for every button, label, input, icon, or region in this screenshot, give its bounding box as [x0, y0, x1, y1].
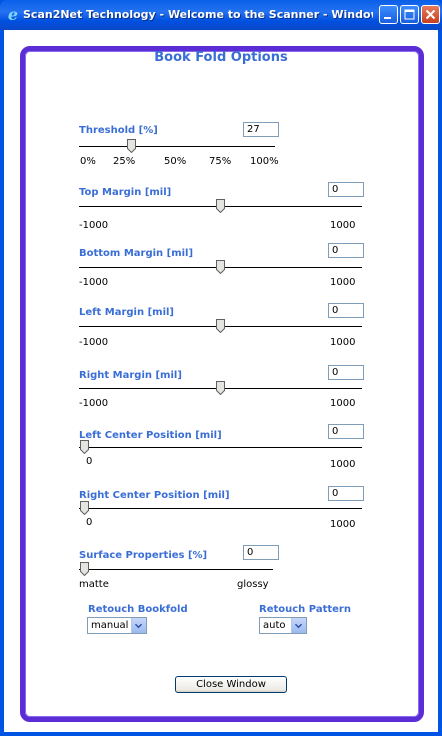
top-margin-slider-thumb[interactable] [216, 199, 225, 213]
threshold-slider-thumb[interactable] [127, 139, 137, 153]
retouch-pattern-label: Retouch Pattern [259, 604, 351, 615]
right-margin-slider-thumb[interactable] [216, 381, 225, 395]
minimize-button[interactable] [379, 5, 398, 24]
left-center-max: 1000 [330, 459, 356, 470]
left-center-input[interactable]: 0 [328, 424, 364, 439]
right-center-min: 0 [86, 517, 93, 528]
left-center-slider-thumb[interactable] [79, 440, 89, 454]
browser-window: e Scan2Net Technology - Welcome to the S… [0, 0, 442, 736]
left-center-label: Left Center Position [mil] [79, 430, 222, 441]
bottom-margin-slider-thumb[interactable] [216, 260, 225, 274]
surface-properties-input[interactable]: 0 [243, 545, 279, 560]
maximize-button[interactable] [400, 5, 419, 24]
close-window-button[interactable] [421, 5, 440, 24]
right-margin-max: 1000 [330, 398, 356, 409]
left-margin-input[interactable]: 0 [328, 303, 364, 318]
chevron-down-icon [131, 618, 146, 633]
title-bar[interactable]: e Scan2Net Technology - Welcome to the S… [0, 0, 442, 30]
left-center-slider-track[interactable] [79, 447, 362, 448]
top-margin-input[interactable]: 0 [328, 182, 364, 197]
right-margin-label: Right Margin [mil] [79, 370, 182, 381]
right-center-slider-thumb[interactable] [79, 501, 89, 515]
left-center-min: 0 [86, 456, 93, 467]
page-title: Book Fold Options [154, 50, 288, 65]
right-center-input[interactable]: 0 [328, 486, 364, 501]
threshold-tick-75: 75% [209, 156, 232, 167]
right-margin-min: -1000 [79, 398, 109, 409]
retouch-pattern-select[interactable]: auto [259, 617, 307, 634]
right-center-slider-track[interactable] [79, 508, 362, 509]
close-icon [425, 9, 436, 20]
left-margin-label: Left Margin [mil] [79, 307, 174, 318]
left-margin-max: 1000 [330, 337, 356, 348]
top-margin-max: 1000 [330, 220, 356, 231]
bottom-margin-input[interactable]: 0 [328, 243, 364, 258]
right-center-label: Right Center Position [mil] [79, 490, 230, 501]
right-center-max: 1000 [330, 519, 356, 530]
window-title: Scan2Net Technology - Welcome to the Sca… [23, 8, 373, 21]
retouch-pattern-value: auto [263, 620, 286, 631]
surface-min: matte [79, 579, 109, 590]
threshold-label: Threshold [%] [79, 125, 158, 136]
threshold-tick-100: 100% [250, 156, 279, 167]
maximize-icon [404, 9, 415, 20]
top-margin-min: -1000 [79, 220, 109, 231]
surface-slider-track[interactable] [79, 569, 273, 570]
surface-slider-thumb[interactable] [79, 562, 89, 576]
retouch-bookfold-label: Retouch Bookfold [88, 604, 188, 615]
threshold-tick-50: 50% [164, 156, 187, 167]
left-margin-slider-thumb[interactable] [216, 319, 225, 333]
bottom-margin-min: -1000 [79, 277, 109, 288]
bottom-margin-label: Bottom Margin [mil] [79, 248, 194, 259]
surface-properties-label: Surface Properties [%] [79, 550, 208, 561]
threshold-slider-track[interactable] [79, 146, 275, 147]
left-margin-min: -1000 [79, 337, 109, 348]
threshold-input[interactable]: 27 [243, 122, 279, 137]
ie-icon: e [7, 5, 19, 24]
close-window-page-button[interactable]: Close Window [175, 676, 287, 693]
surface-max: glossy [237, 579, 269, 590]
retouch-bookfold-value: manual [91, 620, 129, 631]
minimize-icon [384, 17, 391, 19]
bottom-margin-max: 1000 [330, 277, 356, 288]
chevron-down-icon [291, 618, 306, 633]
threshold-tick-0: 0% [80, 156, 96, 167]
top-margin-label: Top Margin [mil] [79, 187, 172, 198]
threshold-tick-25: 25% [113, 156, 136, 167]
right-margin-input[interactable]: 0 [328, 365, 364, 380]
retouch-bookfold-select[interactable]: manual [87, 617, 147, 634]
